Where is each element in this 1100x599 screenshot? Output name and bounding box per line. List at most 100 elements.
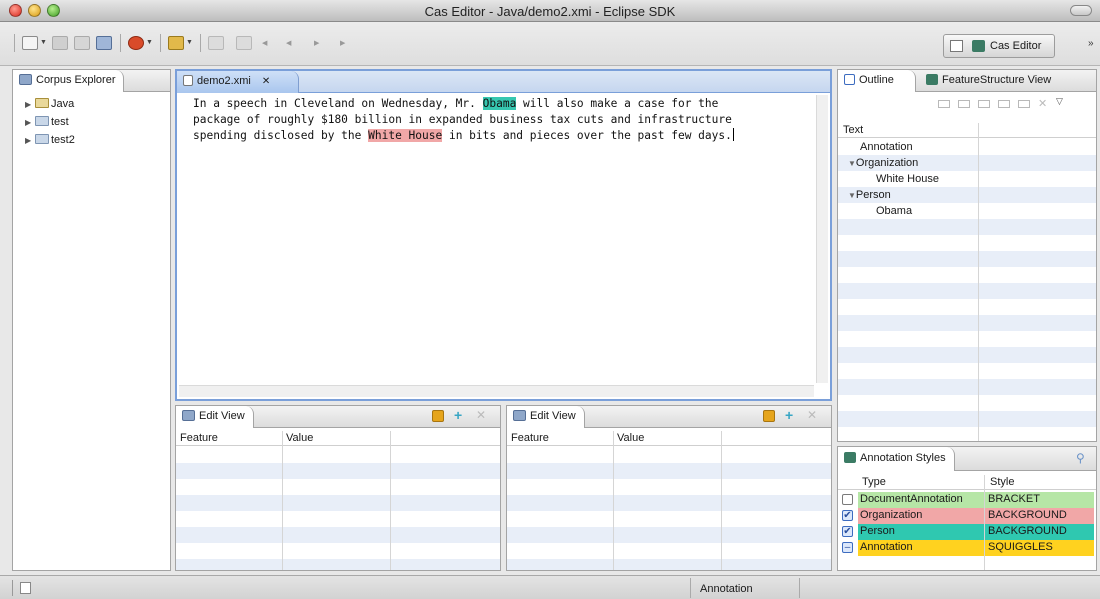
visibility-checkbox[interactable]: – — [842, 542, 853, 553]
visibility-checkbox[interactable] — [842, 494, 853, 505]
style-value-cell[interactable]: BRACKET — [988, 493, 1040, 505]
lower-left-icon[interactable] — [978, 100, 990, 108]
print-icon[interactable] — [96, 36, 112, 50]
expand-icon[interactable]: ▶ — [25, 136, 35, 145]
edit-view-left: Edit View + ✕ Feature Value — [175, 405, 501, 571]
style-value-cell[interactable]: BACKGROUND — [988, 525, 1067, 537]
delete-icon[interactable]: ✕ — [476, 409, 488, 422]
text-run: In a speech in Cleveland on Wednesday, M… — [193, 97, 483, 110]
more-perspectives-icon[interactable]: » — [1088, 38, 1094, 49]
style-row-annotation[interactable]: – Annotation SQUIGGLES — [840, 540, 1094, 556]
history-forward-icon[interactable]: ▶ — [340, 39, 345, 47]
editor-horizontal-scrollbar[interactable] — [179, 385, 814, 397]
wide-right-icon[interactable] — [1018, 100, 1030, 108]
outline-item-person[interactable]: ▼Person — [848, 189, 891, 201]
outline-item-annotation[interactable]: Annotation — [860, 141, 913, 153]
close-tab-icon[interactable]: ✕ — [262, 76, 270, 87]
corpus-explorer-tabstrip: Corpus Explorer — [13, 70, 170, 92]
outline-tabstrip: Outline FeatureStructure View — [838, 70, 1096, 92]
status-annotation-type[interactable]: Annotation — [690, 578, 800, 598]
document-text[interactable]: In a speech in Cleveland on Wednesday, M… — [193, 96, 813, 144]
tab-outline[interactable]: Outline — [838, 70, 916, 92]
text-run: spending disclosed by the — [193, 129, 369, 142]
previous-annotation-icon[interactable] — [236, 36, 252, 50]
open-perspective-icon[interactable] — [950, 40, 963, 52]
tree-item-test2[interactable]: ▶ test2 — [25, 134, 75, 146]
toolbar-toggle-button[interactable] — [1070, 5, 1092, 16]
run-icon[interactable] — [128, 36, 144, 50]
corpus-folder-icon — [35, 134, 49, 144]
column-header-text[interactable]: Text — [843, 124, 863, 136]
back-arrow-icon[interactable]: ◀ — [262, 39, 267, 47]
settings-wrench-icon[interactable]: ⚲ — [1076, 451, 1088, 465]
expand-icon[interactable]: ▶ — [25, 100, 35, 109]
tab-demo2-xmi[interactable]: demo2.xmi ✕ — [177, 71, 299, 93]
add-icon[interactable]: + — [454, 408, 466, 422]
view-menu-icon[interactable]: ▽ — [1056, 96, 1063, 107]
expand-icon[interactable]: ▼ — [848, 191, 856, 200]
tree-item-test[interactable]: ▶ test — [25, 116, 69, 128]
style-row-person[interactable]: ✔ Person BACKGROUND — [840, 524, 1094, 540]
tab-annotation-styles[interactable]: Annotation Styles — [838, 447, 955, 471]
lock-icon[interactable] — [763, 410, 775, 422]
column-divider — [390, 431, 391, 570]
chevron-down-icon[interactable]: ▼ — [186, 39, 193, 46]
style-value-cell[interactable]: SQUIGGLES — [988, 541, 1053, 553]
column-header-value[interactable]: Value — [286, 432, 313, 444]
tree-item-label: Organization — [855, 157, 919, 169]
delete-icon[interactable]: ✕ — [1038, 97, 1047, 110]
merge-annotation-icon[interactable] — [938, 100, 950, 108]
outline-item-obama[interactable]: Obama — [876, 205, 912, 217]
save-icon[interactable] — [52, 36, 68, 50]
tab-corpus-explorer[interactable]: Corpus Explorer — [13, 70, 125, 92]
tab-label: Edit View — [199, 410, 245, 422]
outline-toolbar: ✕ ▽ — [938, 96, 1088, 110]
annotate-icon[interactable] — [168, 36, 184, 50]
chevron-down-icon[interactable]: ▼ — [40, 39, 47, 46]
forward-arrow-icon[interactable]: ▶ — [314, 39, 319, 47]
column-header-value[interactable]: Value — [617, 432, 644, 444]
save-all-icon[interactable] — [74, 36, 90, 50]
table-header: Feature Value — [176, 431, 500, 446]
expand-icon[interactable]: ▶ — [25, 118, 35, 127]
toolbar-separator — [200, 34, 201, 52]
outline-item-organization[interactable]: ▼Organization — [848, 157, 918, 169]
editor-vertical-scrollbar[interactable] — [816, 95, 828, 383]
person-annotation[interactable]: Obama — [482, 97, 517, 110]
tab-edit-view[interactable]: Edit View — [176, 406, 254, 428]
fast-view-icon[interactable] — [20, 582, 31, 594]
chevron-down-icon[interactable]: ▼ — [146, 39, 153, 46]
visibility-checkbox[interactable]: ✔ — [842, 510, 853, 521]
column-divider — [721, 431, 722, 570]
wide-left-icon[interactable] — [958, 100, 970, 108]
style-row-organization[interactable]: ✔ Organization BACKGROUND — [840, 508, 1094, 524]
column-header-feature[interactable]: Feature — [180, 432, 218, 444]
column-divider — [984, 475, 985, 570]
next-annotation-icon[interactable] — [208, 36, 224, 50]
delete-icon[interactable]: ✕ — [807, 409, 819, 422]
tree-item-java[interactable]: ▶ Java — [25, 98, 74, 110]
tab-edit-view[interactable]: Edit View — [507, 406, 585, 428]
expand-icon[interactable]: ▼ — [848, 159, 856, 168]
lower-right-icon[interactable] — [998, 100, 1010, 108]
feature-table-body[interactable] — [507, 447, 831, 570]
outline-item-white-house[interactable]: White House — [876, 173, 939, 185]
tree-item-label: test2 — [51, 134, 75, 146]
history-back-icon[interactable]: ◀ — [286, 39, 291, 47]
column-header-type[interactable]: Type — [862, 476, 886, 488]
visibility-checkbox[interactable]: ✔ — [842, 526, 853, 537]
feature-table-body[interactable] — [176, 447, 500, 570]
column-header-style[interactable]: Style — [990, 476, 1014, 488]
tab-feature-structure-view[interactable]: FeatureStructure View — [920, 70, 1059, 92]
lock-icon[interactable] — [432, 410, 444, 422]
text-caret — [732, 128, 734, 141]
new-icon[interactable] — [22, 36, 38, 50]
style-value-cell[interactable]: BACKGROUND — [988, 509, 1067, 521]
style-row-documentannotation[interactable]: DocumentAnnotation BRACKET — [840, 492, 1094, 508]
tab-label: FeatureStructure View — [942, 74, 1052, 86]
organization-annotation[interactable]: White House — [368, 129, 443, 142]
perspective-switcher[interactable]: Cas Editor — [943, 34, 1055, 58]
add-icon[interactable]: + — [785, 408, 797, 422]
column-header-feature[interactable]: Feature — [511, 432, 549, 444]
window-titlebar: Cas Editor - Java/demo2.xmi - Eclipse SD… — [0, 0, 1100, 22]
